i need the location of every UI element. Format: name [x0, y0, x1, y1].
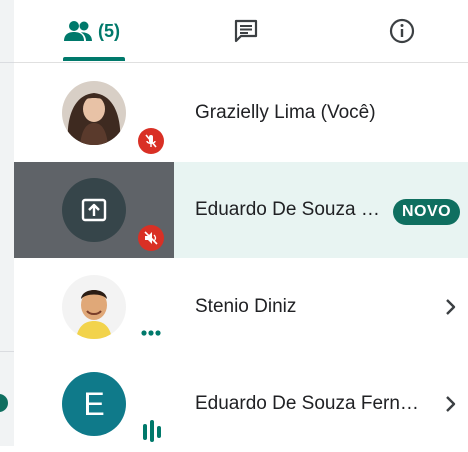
background-meeting-strip: [0, 0, 14, 446]
participant-tile: E: [14, 356, 174, 452]
divider: [0, 62, 14, 63]
participant-row[interactable]: Eduardo De Souza … NOVO: [14, 162, 468, 258]
participant-name: Stenio Diniz: [195, 296, 297, 317]
volume-off-icon: [144, 231, 158, 245]
avatar: [62, 275, 126, 339]
present-avatar: [62, 178, 126, 242]
speaking-indicator-icon: [143, 420, 161, 442]
chevron-right-icon[interactable]: [438, 392, 462, 416]
participant-row[interactable]: E Eduardo De Souza Fern…: [14, 356, 468, 446]
avatar-letter: E: [62, 372, 126, 436]
present-screen-icon: [81, 198, 107, 222]
people-icon: [64, 21, 92, 41]
participant-row[interactable]: Grazielly Lima (Você): [14, 65, 468, 161]
tab-people[interactable]: (5): [54, 0, 130, 62]
active-tab-indicator: [63, 57, 125, 61]
participant-name: Grazielly Lima (Você): [195, 102, 376, 123]
panel-tab-bar: (5): [14, 0, 468, 63]
presenting-tile: [14, 162, 174, 258]
tab-info[interactable]: [380, 0, 424, 62]
mic-off-badge: [138, 128, 164, 154]
participant-tile: [14, 65, 174, 161]
more-options-icon[interactable]: [140, 329, 162, 337]
chevron-right-icon[interactable]: [438, 295, 462, 319]
participant-row[interactable]: Stenio Diniz: [14, 259, 468, 355]
audio-off-badge: [138, 225, 164, 251]
mic-off-icon: [145, 134, 157, 148]
participant-name: Eduardo De Souza Fern…: [195, 393, 419, 414]
tab-chat[interactable]: [224, 0, 268, 62]
participant-tile: [14, 259, 174, 355]
avatar: [62, 81, 126, 145]
chat-icon: [234, 19, 258, 43]
new-badge: NOVO: [393, 199, 461, 225]
info-icon: [389, 18, 415, 44]
participant-count: (5): [98, 20, 120, 41]
divider: [0, 351, 14, 352]
participant-name: Eduardo De Souza …: [195, 199, 380, 220]
side-indicator: [0, 394, 8, 412]
